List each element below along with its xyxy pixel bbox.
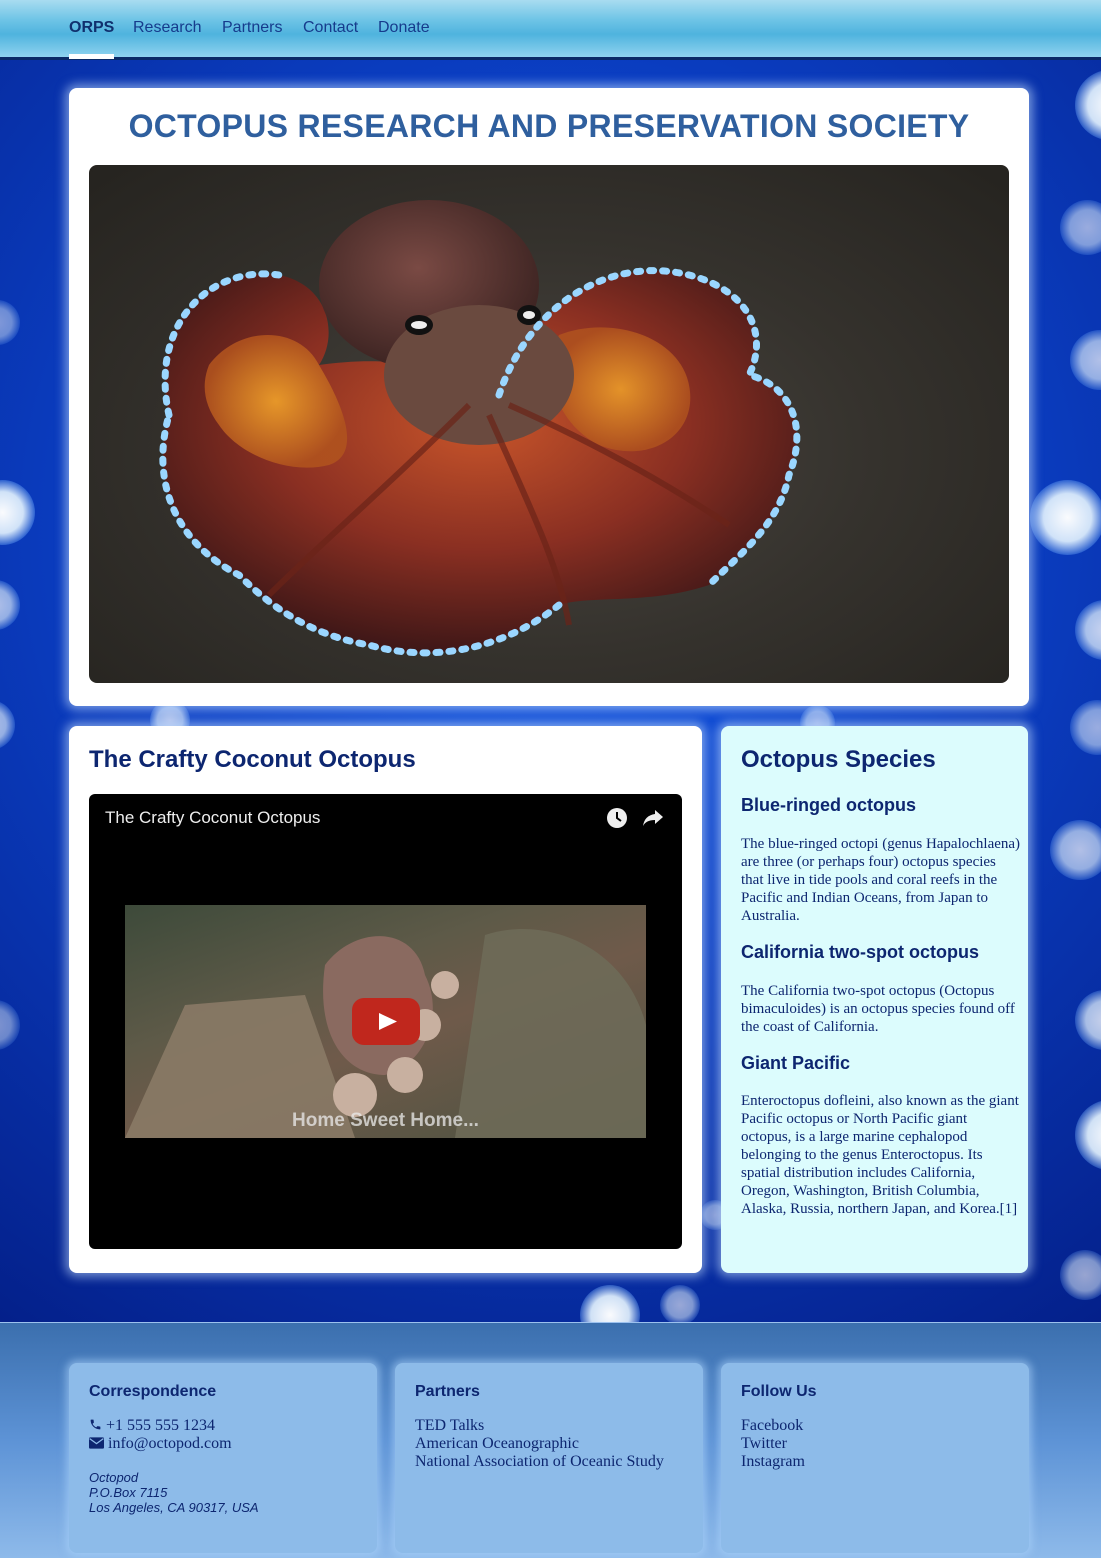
address-line: P.O.Box 7115 [89,1485,168,1500]
nav-item-contact[interactable]: Contact [303,19,358,37]
species-text-blue-ringed: The blue-ringed octopi (genus Hapalochla… [741,836,1021,924]
email-line[interactable]: info@octopod.com [89,1435,232,1453]
species-text-giant-pacific: Enteroctopus dofleini, also known as the… [741,1093,1019,1217]
nav-item-partners[interactable]: Partners [222,19,282,37]
species-text-california: The California two-spot octopus (Octopus… [741,983,1015,1035]
species-name-giant-pacific: Giant Pacific [741,1053,851,1073]
phone-number[interactable]: +1 555 555 1234 [106,1417,215,1434]
embedded-video-player[interactable]: The Crafty Coconut Octopus Home Sweet Ho… [89,794,682,1249]
footer-partners-card: Partners TED Talks American Oceanographi… [395,1363,703,1553]
video-panel: The Crafty Coconut Octopus The Crafty Co… [69,726,702,1273]
species-name-blue-ringed: Blue-ringed octopus [741,795,916,815]
thumbnail-caption: Home Sweet Home... [292,1110,479,1131]
nav-item-research[interactable]: Research [133,19,201,37]
active-nav-indicator [69,54,114,59]
envelope-icon [89,1437,104,1449]
octopus-hero-image [89,165,1009,683]
species-panel: Octopus Species Blue-ringed octopus The … [721,726,1028,1273]
video-thumbnail[interactable]: Home Sweet Home... [125,905,646,1138]
phone-icon [90,1419,101,1430]
video-title[interactable]: The Crafty Coconut Octopus [105,808,320,828]
partner-link-american-oceanographic[interactable]: American Oceanographic [415,1435,664,1453]
address-line: Octopod [89,1470,139,1485]
address-line: Los Angeles, CA 90317, USA [89,1500,259,1515]
phone-line[interactable]: +1 555 555 1234 [89,1417,232,1435]
page-title: OCTOPUS RESEARCH AND PRESERVATION SOCIET… [128,108,970,144]
species-heading: Octopus Species [741,746,936,773]
clock-icon[interactable] [606,807,628,829]
footer-follow-heading: Follow Us [741,1383,817,1400]
social-link-instagram[interactable]: Instagram [741,1453,805,1471]
footer-follow-card: Follow Us Facebook Twitter Instagram [721,1363,1029,1553]
nav-brand-link[interactable]: ORPS [69,19,114,37]
partner-link-ted[interactable]: TED Talks [415,1417,664,1435]
footer-correspondence-heading: Correspondence [89,1383,217,1400]
hero-panel: OCTOPUS RESEARCH AND PRESERVATION SOCIET… [69,88,1029,706]
top-navbar: ORPS Research Partners Contact Donate [0,0,1101,60]
share-icon[interactable] [642,808,664,828]
partner-link-national-association[interactable]: National Association of Oceanic Study [415,1453,664,1471]
octopus-illustration [159,200,801,657]
social-link-twitter[interactable]: Twitter [741,1435,805,1453]
social-link-facebook[interactable]: Facebook [741,1417,805,1435]
email-address[interactable]: info@octopod.com [108,1435,232,1452]
footer-correspondence-card: Correspondence +1 555 555 1234 info@octo… [69,1363,377,1553]
species-name-california: California two-spot octopus [741,942,979,962]
play-icon[interactable] [352,998,420,1045]
postal-address: Octopod P.O.Box 7115 Los Angeles, CA 903… [89,1470,259,1515]
video-section-heading: The Crafty Coconut Octopus [89,746,416,773]
nav-item-donate[interactable]: Donate [378,19,430,37]
footer-partners-heading: Partners [415,1383,480,1400]
footer: Correspondence +1 555 555 1234 info@octo… [0,1322,1101,1558]
